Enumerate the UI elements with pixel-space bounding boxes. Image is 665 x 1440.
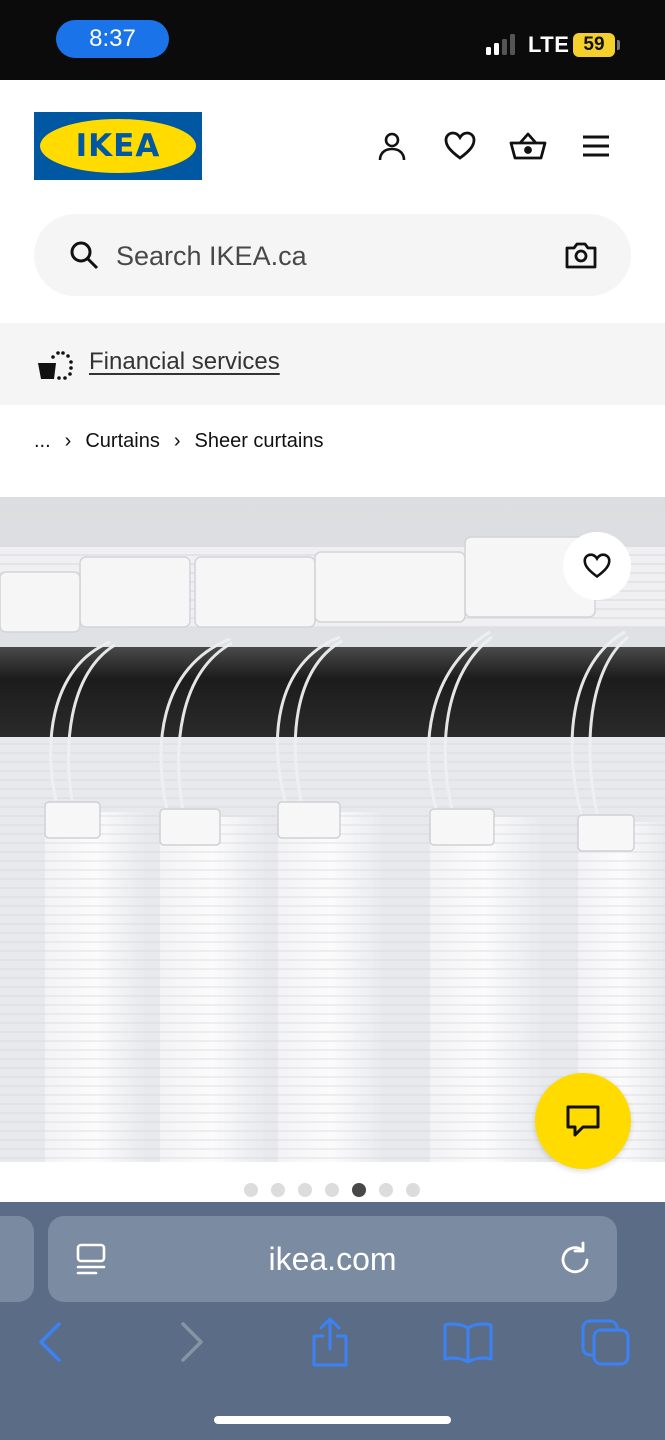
status-time: 8:37: [56, 20, 169, 58]
status-bar: 8:37 LTE 59: [0, 0, 665, 80]
search-bar[interactable]: Search IKEA.ca: [34, 214, 631, 296]
cellular-signal-icon: [486, 33, 515, 55]
previous-tab-preview[interactable]: [0, 1216, 34, 1302]
share-icon[interactable]: [304, 1316, 356, 1368]
curtain-illustration: [0, 497, 665, 1162]
heart-icon: [583, 553, 611, 579]
breadcrumb-item-sheer-curtains[interactable]: Sheer curtains: [195, 430, 324, 453]
breadcrumb-separator: ›: [173, 429, 181, 452]
forward-icon[interactable]: [166, 1316, 218, 1368]
financial-services-icon: [36, 349, 74, 381]
carousel-dot[interactable]: [406, 1183, 420, 1197]
financial-services-banner: Financial services: [0, 323, 665, 405]
heart-icon[interactable]: [440, 126, 480, 166]
back-icon[interactable]: [24, 1316, 76, 1368]
carousel-dot[interactable]: [325, 1183, 339, 1197]
battery-icon: 59: [573, 33, 615, 57]
carousel-dot-active[interactable]: [352, 1183, 366, 1197]
address-bar[interactable]: ikea.com: [48, 1216, 617, 1302]
camera-icon[interactable]: [564, 239, 598, 271]
breadcrumb-item-curtains[interactable]: Curtains: [85, 430, 159, 453]
ikea-logo[interactable]: IKEA ®: [34, 112, 202, 180]
chat-icon: [566, 1105, 600, 1137]
logo-registered-mark: ®: [187, 124, 193, 131]
network-type: LTE: [528, 32, 570, 57]
basket-icon[interactable]: [508, 126, 548, 166]
chat-button[interactable]: [535, 1073, 631, 1169]
user-icon[interactable]: [372, 126, 412, 166]
breadcrumb-separator: ›: [64, 429, 72, 452]
logo-text: IKEA: [75, 128, 161, 164]
product-favorite-button[interactable]: [563, 532, 631, 600]
carousel-dot[interactable]: [244, 1183, 258, 1197]
reload-icon[interactable]: [556, 1240, 594, 1278]
home-indicator[interactable]: [214, 1416, 451, 1424]
product-image[interactable]: [0, 497, 665, 1162]
menu-icon[interactable]: [576, 126, 616, 166]
breadcrumb-ellipsis[interactable]: ...: [34, 430, 51, 453]
carousel-indicator: [244, 1183, 420, 1197]
tabs-icon[interactable]: [580, 1316, 632, 1368]
search-input[interactable]: Search IKEA.ca: [116, 214, 307, 296]
carousel-dot[interactable]: [298, 1183, 312, 1197]
battery-tip: [617, 40, 620, 50]
bookmarks-icon[interactable]: [442, 1316, 494, 1368]
search-icon: [68, 239, 100, 271]
url-text[interactable]: ikea.com: [48, 1216, 617, 1302]
breadcrumb: ... › Curtains › Sheer curtains: [34, 425, 323, 457]
financial-services-link[interactable]: Financial services: [89, 323, 280, 401]
carousel-dot[interactable]: [271, 1183, 285, 1197]
carousel-dot[interactable]: [379, 1183, 393, 1197]
